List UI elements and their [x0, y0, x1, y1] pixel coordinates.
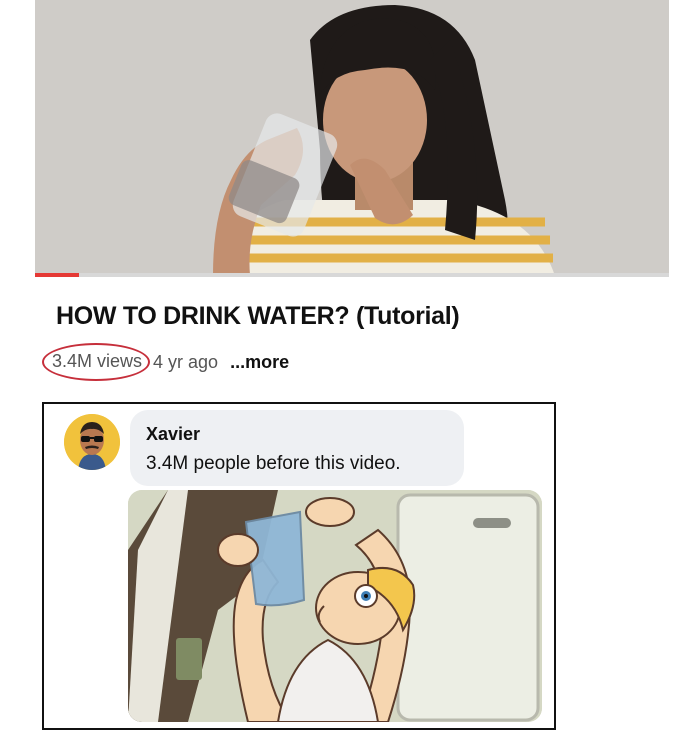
video-meta: 3.4M views 4 yr ago ...more [42, 343, 289, 381]
comment-author[interactable]: Xavier [146, 424, 448, 445]
profile-avatar-sunglasses-icon[interactable] [64, 414, 120, 470]
video-title: HOW TO DRINK WATER? (Tutorial) [56, 302, 460, 330]
comment-card: Xavier 3.4M people before this video. [42, 402, 556, 730]
video-progress-bar[interactable] [35, 273, 669, 277]
upload-age: 4 yr ago [153, 351, 219, 372]
comment-text: 3.4M people before this video. [146, 453, 401, 474]
video-progress-fill [35, 273, 80, 277]
cartoon-drinking-water-icon[interactable] [128, 490, 542, 722]
video-thumbnail-icon [35, 0, 669, 276]
video-player[interactable] [35, 0, 669, 276]
comment-bubble: Xavier 3.4M people before this video. [130, 410, 464, 486]
view-count: 3.4M views [42, 343, 151, 381]
more-link[interactable]: ...more [230, 352, 289, 373]
